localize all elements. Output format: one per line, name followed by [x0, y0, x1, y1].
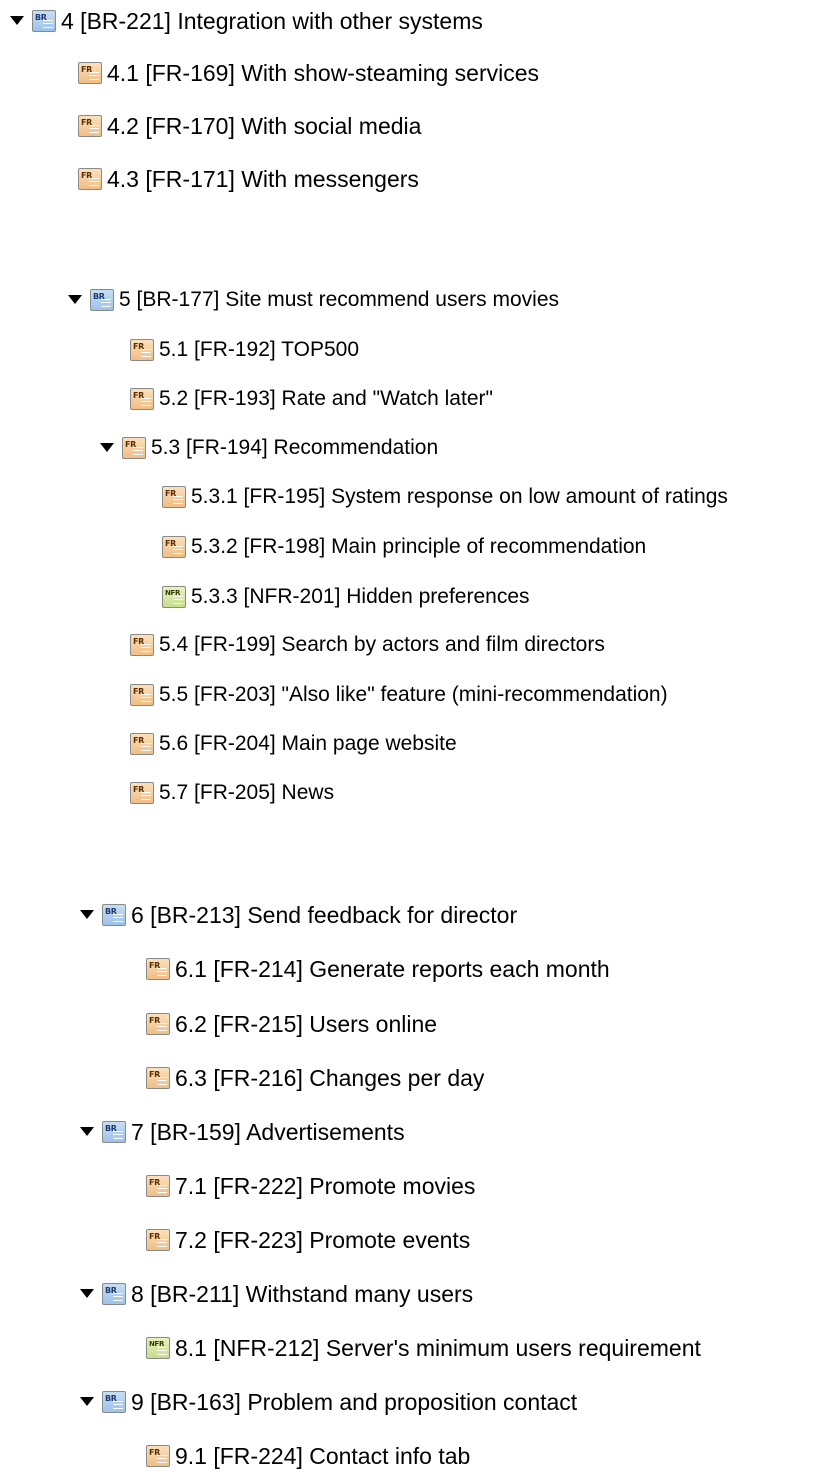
non-functional-requirement-icon: NFR: [146, 1337, 170, 1359]
tree-node-fr[interactable]: FR 5.5 [FR-203] "Also like" feature (mini…: [130, 679, 668, 711]
functional-requirement-icon: FR: [146, 958, 170, 980]
tree-node-br[interactable]: BR 4 [BR-221] Integration with other syst…: [10, 5, 483, 37]
business-requirement-icon: BR: [90, 289, 114, 311]
expand-toggle-icon[interactable]: [100, 442, 114, 454]
tree-node-br[interactable]: BR 9 [BR-163] Problem and proposition con…: [80, 1386, 577, 1418]
tree-node-fr[interactable]: FR 4.3 [FR-171] With messengers: [78, 163, 419, 195]
business-requirement-icon: BR: [102, 1391, 126, 1413]
tree-node-label: 6.2 [FR-215] Users online: [175, 1011, 438, 1037]
tree-node-label: 5.7 [FR-205] News: [159, 781, 335, 804]
business-requirement-icon: BR: [102, 1283, 126, 1305]
expand-toggle-icon[interactable]: [80, 1126, 94, 1138]
tree-node-fr[interactable]: FR 5.3.1 [FR-195] System response on low …: [162, 481, 728, 513]
functional-requirement-icon: FR: [130, 634, 154, 656]
tree-node-nfr[interactable]: NFR 8.1 [NFR-212] Server's minimum users …: [146, 1332, 701, 1364]
expand-toggle-icon[interactable]: [80, 1288, 94, 1300]
tree-node-label: 5.3 [FR-194] Recommendation: [151, 436, 439, 459]
tree-node-label: 5.6 [FR-204] Main page website: [159, 732, 457, 755]
tree-node-label: 4.3 [FR-171] With messengers: [107, 166, 419, 192]
tree-node-label: 5 [BR-177] Site must recommend users mov…: [119, 288, 559, 311]
tree-node-label: 5.5 [FR-203] "Also like" feature (mini-r…: [159, 683, 668, 706]
tree-node-label: 9.1 [FR-224] Contact info tab: [175, 1443, 471, 1469]
tree-node-fr[interactable]: FR 4.2 [FR-170] With social media: [78, 110, 421, 142]
functional-requirement-icon: FR: [130, 733, 154, 755]
tree-node-label: 7.2 [FR-223] Promote events: [175, 1227, 471, 1253]
tree-node-label: 4.1 [FR-169] With show-steaming services: [107, 60, 540, 86]
functional-requirement-icon: FR: [122, 437, 146, 459]
functional-requirement-icon: FR: [162, 486, 186, 508]
tree-node-label: 7 [BR-159] Advertisements: [131, 1119, 405, 1145]
tree-node-br[interactable]: BR 5 [BR-177] Site must recommend users m…: [68, 284, 559, 316]
expand-toggle-icon[interactable]: [10, 15, 24, 27]
tree-node-fr[interactable]: FR 9.1 [FR-224] Contact info tab: [146, 1440, 470, 1472]
tree-node-br[interactable]: BR 6 [BR-213] Send feedback for director: [80, 899, 517, 931]
tree-node-br[interactable]: BR 7 [BR-159] Advertisements: [80, 1116, 405, 1148]
functional-requirement-icon: FR: [130, 782, 154, 804]
functional-requirement-icon: FR: [146, 1013, 170, 1035]
functional-requirement-icon: FR: [130, 684, 154, 706]
tree-node-fr[interactable]: FR 6.2 [FR-215] Users online: [146, 1008, 437, 1040]
tree-node-label: 4 [BR-221] Integration with other system…: [61, 8, 483, 34]
tree-node-label: 5.3.1 [FR-195] System response on low am…: [191, 485, 728, 508]
tree-node-label: 8.1 [NFR-212] Server's minimum users req…: [175, 1335, 701, 1361]
tree-node-fr[interactable]: FR 7.1 [FR-222] Promote movies: [146, 1170, 475, 1202]
tree-node-fr[interactable]: FR 5.6 [FR-204] Main page website: [130, 728, 457, 760]
tree-node-fr[interactable]: FR 5.3.2 [FR-198] Main principle of recom…: [162, 531, 646, 563]
tree-node-fr[interactable]: FR 5.7 [FR-205] News: [130, 777, 334, 809]
tree-node-fr[interactable]: FR 6.1 [FR-214] Generate reports each mon…: [146, 953, 610, 985]
expand-toggle-icon[interactable]: [80, 909, 94, 921]
functional-requirement-icon: FR: [162, 536, 186, 558]
business-requirement-icon: BR: [102, 1121, 126, 1143]
functional-requirement-icon: FR: [146, 1175, 170, 1197]
non-functional-requirement-icon: NFR: [162, 586, 186, 608]
tree-node-fr[interactable]: FR 5.2 [FR-193] Rate and "Watch later": [130, 383, 493, 415]
functional-requirement-icon: FR: [130, 339, 154, 361]
tree-node-label: 6.1 [FR-214] Generate reports each month: [175, 956, 610, 982]
tree-node-br[interactable]: BR 8 [BR-211] Withstand many users: [80, 1278, 473, 1310]
tree-node-fr[interactable]: FR 4.1 [FR-169] With show-steaming servic…: [78, 57, 539, 89]
functional-requirement-icon: FR: [78, 115, 102, 137]
expand-toggle-icon[interactable]: [68, 294, 82, 306]
tree-node-label: 6.3 [FR-216] Changes per day: [175, 1065, 485, 1091]
tree-node-nfr[interactable]: NFR 5.3.3 [NFR-201] Hidden preferences: [162, 581, 530, 613]
functional-requirement-icon: FR: [130, 388, 154, 410]
tree-node-fr[interactable]: FR 5.4 [FR-199] Search by actors and film…: [130, 629, 605, 661]
functional-requirement-icon: FR: [146, 1229, 170, 1251]
tree-node-label: 5.4 [FR-199] Search by actors and film d…: [159, 633, 605, 656]
functional-requirement-icon: FR: [78, 62, 102, 84]
business-requirement-icon: BR: [102, 904, 126, 926]
tree-node-label: 6 [BR-213] Send feedback for director: [131, 902, 518, 928]
tree-node-label: 7.1 [FR-222] Promote movies: [175, 1173, 476, 1199]
tree-node-fr[interactable]: FR 7.2 [FR-223] Promote events: [146, 1224, 470, 1256]
tree-node-fr[interactable]: FR 5.3 [FR-194] Recommendation: [100, 432, 438, 464]
tree-node-fr[interactable]: FR 6.3 [FR-216] Changes per day: [146, 1062, 484, 1094]
tree-node-label: 5.1 [FR-192] TOP500: [159, 338, 360, 361]
tree-node-fr[interactable]: FR 5.1 [FR-192] TOP500: [130, 334, 359, 366]
functional-requirement-icon: FR: [146, 1445, 170, 1467]
tree-node-label: 5.3.3 [NFR-201] Hidden preferences: [191, 585, 530, 608]
tree-node-label: 4.2 [FR-170] With social media: [107, 113, 422, 139]
tree-node-label: 5.3.2 [FR-198] Main principle of recomme…: [191, 535, 647, 558]
functional-requirement-icon: FR: [146, 1067, 170, 1089]
tree-node-label: 9 [BR-163] Problem and proposition conta…: [131, 1389, 578, 1415]
expand-toggle-icon[interactable]: [80, 1396, 94, 1408]
functional-requirement-icon: FR: [78, 168, 102, 190]
tree-node-label: 5.2 [FR-193] Rate and "Watch later": [159, 387, 493, 410]
tree-node-label: 8 [BR-211] Withstand many users: [131, 1281, 474, 1307]
business-requirement-icon: BR: [32, 10, 56, 32]
